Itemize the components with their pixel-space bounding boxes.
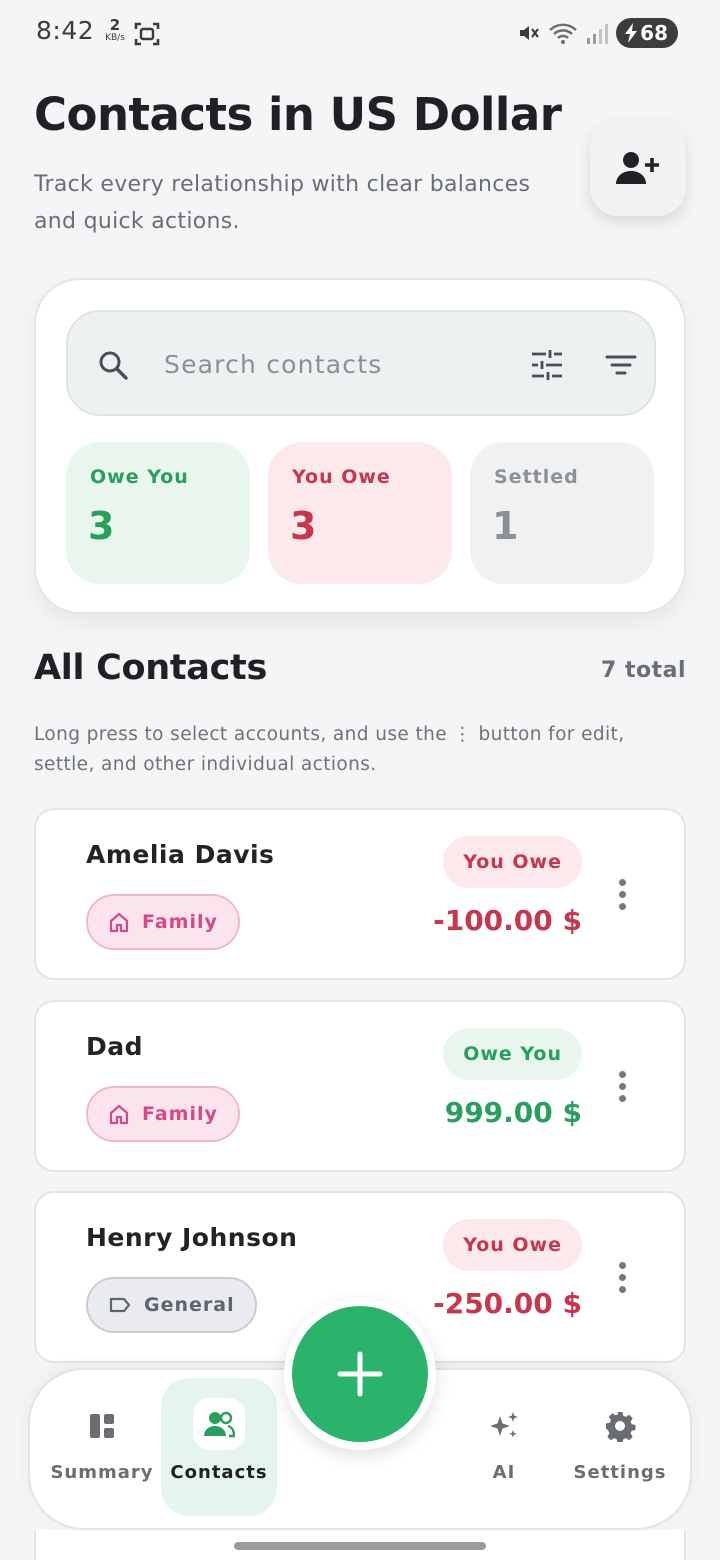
add-contact-button[interactable] bbox=[590, 120, 686, 216]
contacts-count: 7 total bbox=[600, 658, 686, 683]
wifi-icon bbox=[549, 23, 577, 44]
stat-settled[interactable]: Settled 1 bbox=[470, 442, 654, 584]
search-input[interactable] bbox=[164, 340, 494, 388]
tag-family: Family bbox=[86, 1086, 240, 1142]
gear-icon bbox=[606, 1412, 636, 1442]
nav-contacts-label: Contacts bbox=[170, 1462, 268, 1483]
dashboard-icon bbox=[90, 1414, 114, 1438]
contact-card[interactable]: Dad Family Owe You 999.00 $ bbox=[34, 1000, 686, 1172]
status-badge: You Owe bbox=[443, 836, 582, 888]
tune-icon[interactable] bbox=[528, 346, 566, 384]
more-options-button[interactable] bbox=[610, 1068, 634, 1108]
balance-amount: -100.00 $ bbox=[433, 904, 582, 937]
balance-amount: 999.00 $ bbox=[444, 1096, 582, 1129]
status-icons: 68 bbox=[516, 18, 678, 48]
screenshot-icon bbox=[134, 22, 160, 46]
page-title: Contacts in US Dollar bbox=[34, 88, 562, 141]
label-icon bbox=[109, 1297, 131, 1313]
contact-name: Henry Johnson bbox=[86, 1223, 298, 1252]
section-hint: Long press to select accounts, and use t… bbox=[34, 724, 625, 775]
tag-label: Family bbox=[142, 1103, 218, 1125]
tag-label: Family bbox=[142, 911, 218, 933]
nav-summary-label: Summary bbox=[50, 1462, 154, 1483]
page-subtitle: Track every relationship with clear bala… bbox=[34, 172, 531, 234]
signal-icon bbox=[587, 24, 609, 44]
status-badge: You Owe bbox=[443, 1219, 582, 1271]
stat-settled-label: Settled bbox=[494, 466, 579, 488]
nav-ai[interactable]: AI bbox=[446, 1370, 562, 1532]
plus-icon bbox=[337, 1351, 383, 1397]
status-badge: Owe You bbox=[443, 1028, 582, 1080]
more-options-button[interactable] bbox=[610, 1259, 634, 1299]
home-icon bbox=[109, 912, 129, 933]
people-icon bbox=[204, 1411, 235, 1438]
network-speed: 2 KB/s bbox=[100, 18, 130, 43]
home-icon bbox=[109, 1104, 129, 1125]
stat-owe-you[interactable]: Owe You 3 bbox=[66, 442, 250, 584]
stat-owe-you-value: 3 bbox=[88, 504, 115, 548]
battery-level: 68 bbox=[640, 21, 668, 45]
nav-ai-label: AI bbox=[492, 1462, 516, 1483]
nav-settings-label: Settings bbox=[573, 1462, 667, 1483]
contact-name: Amelia Davis bbox=[86, 840, 275, 869]
stat-owe-you-label: Owe You bbox=[90, 466, 189, 488]
search-icon bbox=[99, 351, 128, 380]
nav-summary[interactable]: Summary bbox=[44, 1370, 160, 1532]
nav-settings[interactable]: Settings bbox=[562, 1370, 678, 1532]
network-speed-unit: KB/s bbox=[105, 33, 125, 43]
nav-contacts[interactable]: Contacts bbox=[161, 1378, 277, 1516]
balance-amount: -250.00 $ bbox=[433, 1287, 582, 1320]
battery-indicator: 68 bbox=[616, 18, 678, 48]
stat-settled-value: 1 bbox=[492, 504, 519, 548]
stat-you-owe[interactable]: You Owe 3 bbox=[268, 442, 452, 584]
tag-label: General bbox=[144, 1294, 235, 1316]
charging-bolt-icon bbox=[625, 23, 638, 43]
mute-icon bbox=[520, 26, 540, 40]
more-options-button[interactable] bbox=[610, 876, 634, 916]
search-bar[interactable] bbox=[66, 310, 656, 416]
filter-icon[interactable] bbox=[604, 348, 638, 382]
search-card: Owe You 3 You Owe 3 Settled 1 bbox=[34, 278, 686, 614]
network-speed-value: 2 bbox=[109, 16, 121, 34]
contact-name: Dad bbox=[86, 1032, 144, 1061]
stat-you-owe-value: 3 bbox=[290, 504, 317, 548]
section-title: All Contacts bbox=[34, 648, 267, 688]
stat-you-owe-label: You Owe bbox=[292, 466, 391, 488]
tag-general: General bbox=[86, 1277, 257, 1333]
sparkle-icon bbox=[490, 1412, 518, 1438]
tag-family: Family bbox=[86, 894, 240, 950]
home-indicator[interactable] bbox=[234, 1542, 486, 1550]
person-add-icon bbox=[616, 152, 659, 184]
contact-card[interactable]: Amelia Davis Family You Owe -100.00 $ bbox=[34, 808, 686, 980]
add-transaction-button[interactable] bbox=[292, 1306, 428, 1442]
status-time: 8:42 bbox=[36, 16, 95, 45]
status-bar: 8:42 2 KB/s 68 bbox=[0, 0, 720, 68]
